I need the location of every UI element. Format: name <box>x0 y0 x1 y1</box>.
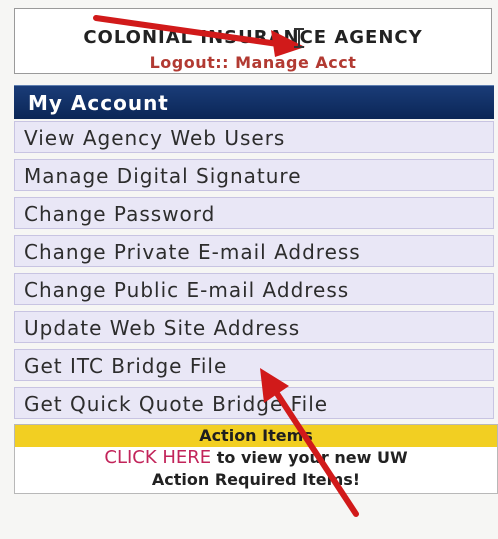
annotation-arrow-icon <box>260 368 359 517</box>
annotation-arrow-icon <box>93 15 305 57</box>
annotation-overlay <box>93 15 359 517</box>
